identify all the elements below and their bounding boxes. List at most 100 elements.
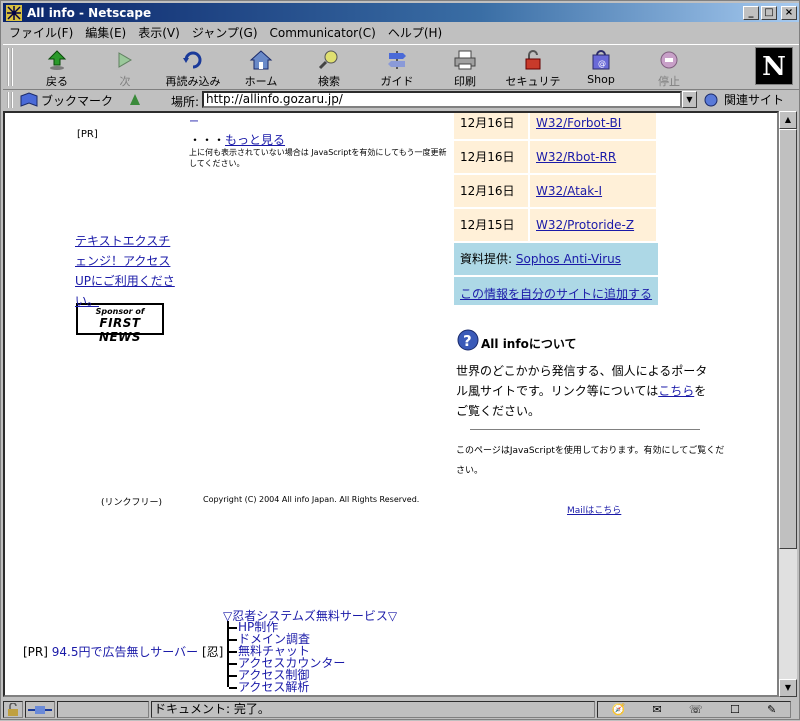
shop-button[interactable]: @ Shop bbox=[569, 48, 633, 88]
about-heading: ? All infoについて bbox=[457, 327, 576, 352]
javascript-note: 上に何も表示されていない場合は JavaScriptを有効にしてもう一度更新して… bbox=[189, 148, 447, 168]
netscape-window: All info - Netscape _ □ × ファイル(F) 編集(E) … bbox=[0, 0, 800, 720]
scroll-up-button[interactable]: ▲ bbox=[779, 111, 797, 129]
print-button[interactable]: 印刷 bbox=[433, 48, 497, 88]
virus-link[interactable]: W32/Protoride-Z bbox=[530, 209, 656, 241]
shop-bag-icon: @ bbox=[592, 50, 610, 70]
sophos-link[interactable]: Sophos Anti-Virus bbox=[516, 252, 621, 266]
mail-link[interactable]: Mailはこちら bbox=[567, 503, 621, 516]
about-text: 世界のどこかから発信する、個人によるポータル風サイトです。リンク等についてはこち… bbox=[456, 361, 716, 421]
source-prefix: 資料提供: bbox=[460, 252, 513, 266]
virus-link[interactable]: W32/Atak-I bbox=[530, 175, 656, 207]
back-button[interactable]: 戻る bbox=[25, 48, 89, 88]
guide-signpost-icon bbox=[388, 51, 406, 69]
svg-text:?: ? bbox=[463, 332, 472, 350]
scroll-thumb[interactable] bbox=[779, 129, 797, 549]
home-label: ホーム bbox=[244, 75, 278, 88]
page-content: [PR] ー ・・・もっと見る 上に何も表示されていない場合は JavaScri… bbox=[3, 111, 779, 697]
more-prefix: ・・・ bbox=[189, 133, 226, 147]
stop-label: 停止 bbox=[658, 75, 680, 88]
virus-row: 12月16日 W32/Forbot-BI bbox=[454, 113, 656, 139]
bottom-pr-label: [PR] bbox=[23, 645, 48, 659]
menu-help[interactable]: ヘルプ(H) bbox=[388, 24, 442, 41]
first-news-text: FIRST NEWS bbox=[98, 316, 142, 344]
virus-link[interactable]: W32/Rbot-RR bbox=[530, 141, 656, 173]
ninja-item[interactable]: アクセス解析 bbox=[227, 681, 345, 693]
stop-button[interactable]: 停止 bbox=[637, 48, 701, 88]
menu-view[interactable]: 表示(V) bbox=[138, 24, 180, 41]
text-exchange-link[interactable]: テキストエクスチェンジ！アクセスUPにご利用ください。 bbox=[75, 231, 181, 311]
window-title: All info - Netscape bbox=[27, 5, 152, 20]
menu-file[interactable]: ファイル(F) bbox=[9, 24, 73, 41]
url-input[interactable]: http://allinfo.gozaru.jp/ bbox=[202, 91, 682, 108]
security-button[interactable]: セキュリティ bbox=[501, 48, 565, 104]
stop-icon bbox=[660, 51, 678, 69]
guide-button[interactable]: ガイド bbox=[365, 48, 429, 88]
home-button[interactable]: ホーム bbox=[229, 48, 293, 88]
newsgroups-icon[interactable]: ☏ bbox=[689, 703, 703, 716]
guide-label: ガイド bbox=[380, 75, 414, 88]
search-button[interactable]: 検索 bbox=[297, 48, 361, 88]
bookmarks-label[interactable]: ブックマーク bbox=[41, 92, 113, 109]
more-link[interactable]: もっと見る bbox=[225, 133, 285, 147]
more-line: ・・・もっと見る bbox=[189, 131, 285, 148]
page-proxy-icon[interactable] bbox=[127, 92, 143, 108]
print-label: 印刷 bbox=[454, 75, 476, 88]
source-credit-box: 資料提供: Sophos Anti-Virus bbox=[454, 243, 658, 275]
shop-label: Shop bbox=[587, 73, 615, 86]
ninja-services-list: HP制作 ドメイン調査 無料チャット アクセスカウンター アクセス制御 アクセス… bbox=[227, 621, 345, 693]
security-status-panel[interactable] bbox=[3, 700, 23, 718]
forward-label: 次 bbox=[119, 75, 131, 88]
bottom-pr-link[interactable]: 94.5円で広告無しサーバー bbox=[52, 645, 198, 659]
related-sites-label: 関連サイト bbox=[724, 93, 785, 107]
add-info-box: この情報を自分のサイトに追加する bbox=[454, 277, 658, 305]
toolbar-grip[interactable] bbox=[7, 48, 13, 86]
component-bar: 🧭 ✉ ☏ ☐ ✎ bbox=[597, 700, 791, 718]
netscape-app-icon bbox=[6, 4, 22, 21]
virus-row: 12月15日 W32/Protoride-Z bbox=[454, 209, 656, 241]
help-question-icon: ? bbox=[457, 329, 479, 350]
close-button[interactable]: × bbox=[781, 5, 797, 20]
reload-button[interactable]: 再読み込み bbox=[161, 48, 225, 88]
about-here-link[interactable]: こちら bbox=[658, 384, 694, 398]
status-bar: ドキュメント: 完了。 🧭 ✉ ☏ ☐ ✎ bbox=[3, 699, 799, 719]
location-grip[interactable] bbox=[7, 92, 13, 108]
javascript-usage-note: このページはJavaScriptを使用しております。有効にしてご覧ください。 bbox=[456, 446, 725, 476]
virus-date: 12月16日 bbox=[460, 184, 515, 198]
search-label: 検索 bbox=[318, 75, 340, 88]
connection-status-panel bbox=[25, 700, 55, 718]
forward-button[interactable]: 次 bbox=[93, 48, 157, 88]
pr-label: [PR] bbox=[77, 129, 98, 140]
minimize-button[interactable]: _ bbox=[743, 5, 759, 20]
add-to-site-link[interactable]: この情報を自分のサイトに追加する bbox=[460, 287, 652, 301]
location-bar: ブックマーク 場所: http://allinfo.gozaru.jp/ ▼ 関… bbox=[3, 90, 799, 110]
virus-date: 12月15日 bbox=[460, 218, 515, 232]
vertical-scrollbar[interactable]: ▲ ▼ bbox=[779, 111, 797, 697]
virus-row: 12月16日 W32/Atak-I bbox=[454, 175, 656, 207]
about-title: All infoについて bbox=[481, 337, 577, 351]
url-history-dropdown[interactable]: ▼ bbox=[682, 91, 697, 108]
virus-link[interactable]: W32/Forbot-BI bbox=[530, 113, 656, 139]
menu-jump[interactable]: ジャンプ(G) bbox=[192, 24, 258, 41]
scroll-down-button[interactable]: ▼ bbox=[779, 679, 797, 697]
top-dash: ー bbox=[189, 117, 199, 128]
navigator-icon[interactable]: 🧭 bbox=[612, 703, 626, 716]
reload-label: 再読み込み bbox=[165, 75, 221, 88]
composer-icon[interactable]: ✎ bbox=[767, 703, 776, 716]
address-book-icon[interactable]: ☐ bbox=[730, 703, 740, 716]
connection-plug-icon bbox=[28, 705, 52, 714]
related-sites-button[interactable]: 関連サイト bbox=[703, 91, 784, 108]
padlock-icon bbox=[525, 50, 541, 70]
bookmarks-icon[interactable] bbox=[19, 92, 39, 108]
link-free-text: (リンクフリー) bbox=[101, 498, 163, 508]
ninja-item-label: アクセス解析 bbox=[238, 680, 310, 694]
copyright-text: Copyright (C) 2004 All info Japan. All R… bbox=[203, 495, 420, 504]
maximize-button[interactable]: □ bbox=[761, 5, 777, 20]
mail-icon[interactable]: ✉ bbox=[653, 703, 662, 716]
menu-communicator[interactable]: Communicator(C) bbox=[270, 26, 376, 40]
bottom-ninja-label[interactable]: [忍] bbox=[202, 645, 223, 659]
bottom-pr-line: [PR] 94.5円で広告無しサーバー [忍] bbox=[23, 643, 223, 660]
netscape-logo[interactable]: N bbox=[755, 47, 793, 85]
related-sites-icon bbox=[704, 93, 718, 106]
menu-edit[interactable]: 編集(E) bbox=[85, 24, 126, 41]
